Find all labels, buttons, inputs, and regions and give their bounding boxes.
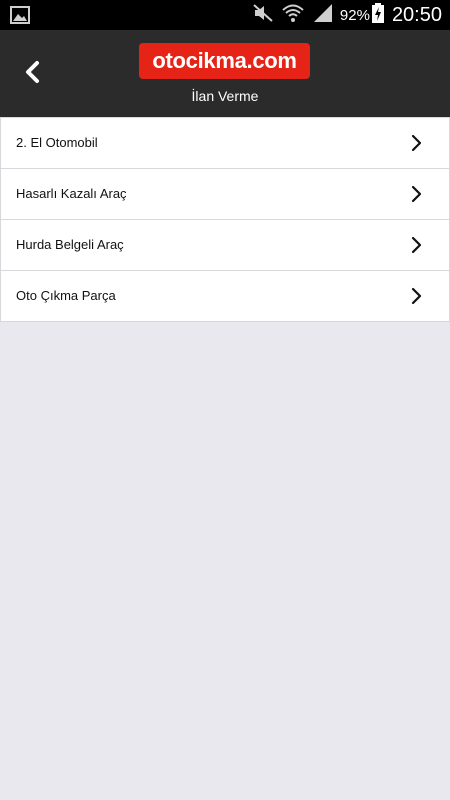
list-item-hurda-belgeli-arac[interactable]: Hurda Belgeli Araç: [0, 220, 450, 271]
gallery-icon: [10, 6, 30, 24]
list-item-label: Oto Çıkma Parça: [16, 288, 116, 303]
list-item-hasarli-kazali-arac[interactable]: Hasarlı Kazalı Araç: [0, 169, 450, 220]
list-item-label: 2. El Otomobil: [16, 135, 98, 150]
app-header: otocikma.com İlan Verme: [0, 30, 450, 117]
otocikma-logo: otocikma.com: [139, 43, 310, 79]
mute-icon: [252, 3, 274, 28]
clock: 20:50: [391, 3, 442, 26]
chevron-left-icon: [24, 60, 40, 89]
status-icons: 92% 20:50: [252, 0, 442, 30]
list-item-label: Hurda Belgeli Araç: [16, 237, 124, 252]
battery-charging-icon: [371, 2, 384, 28]
status-bar: 92% 20:50: [0, 0, 450, 30]
battery-percent: 92%: [339, 6, 370, 24]
page-title: İlan Verme: [191, 88, 259, 104]
chevron-right-icon: [411, 185, 423, 203]
signal-icon: [312, 3, 334, 28]
list-item-label: Hasarlı Kazalı Araç: [16, 186, 127, 201]
wifi-icon: [282, 3, 304, 28]
list-item-oto-cikma-parca[interactable]: Oto Çıkma Parça: [0, 271, 450, 322]
chevron-right-icon: [411, 236, 423, 254]
category-list: 2. El Otomobil Hasarlı Kazalı Araç Hurda…: [0, 117, 450, 322]
chevron-right-icon: [411, 134, 423, 152]
chevron-right-icon: [411, 287, 423, 305]
back-button[interactable]: [14, 56, 50, 92]
list-item-2-el-otomobil[interactable]: 2. El Otomobil: [0, 117, 450, 169]
